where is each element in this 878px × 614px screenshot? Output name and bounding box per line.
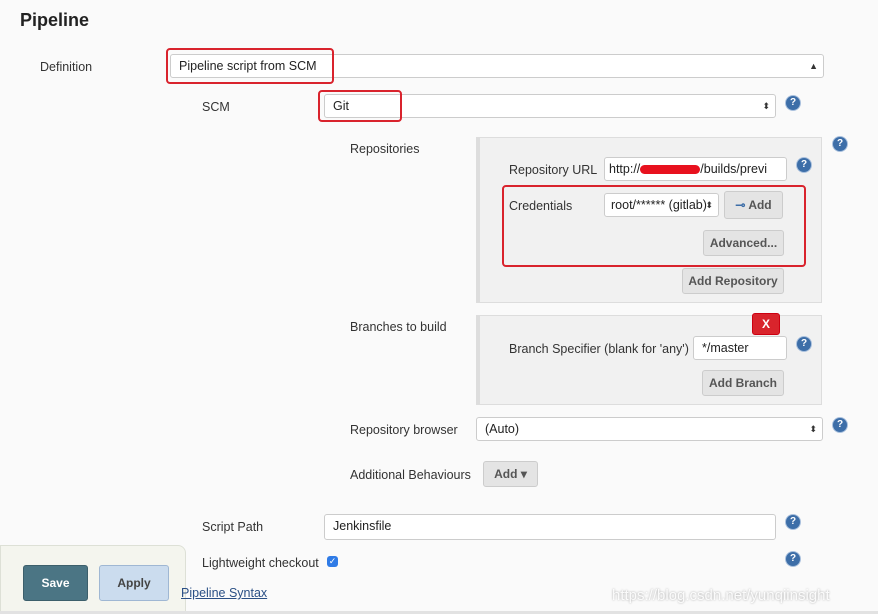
repo-browser-value: (Auto) bbox=[485, 422, 520, 436]
help-icon[interactable]: ? bbox=[833, 137, 847, 151]
add-branch-button[interactable]: Add Branch bbox=[702, 370, 784, 396]
select-arrow-icon: ⬍ bbox=[762, 101, 770, 111]
highlight-box bbox=[502, 185, 806, 267]
lightweight-checkbox[interactable]: ✓ bbox=[327, 556, 338, 567]
help-icon[interactable]: ? bbox=[797, 158, 811, 172]
help-icon[interactable]: ? bbox=[786, 96, 800, 110]
scm-label: SCM bbox=[202, 100, 230, 114]
highlight-box bbox=[318, 90, 402, 122]
url-prefix: http:// bbox=[609, 162, 641, 176]
url-suffix: /builds/previ bbox=[700, 162, 767, 176]
delete-branch-button[interactable]: X bbox=[752, 313, 780, 335]
repository-browser-select[interactable]: (Auto) ⬍ bbox=[476, 417, 823, 441]
caret-down-icon: ▾ bbox=[520, 467, 527, 481]
add-behaviour-button[interactable]: Add ▾ bbox=[483, 461, 538, 487]
help-icon[interactable]: ? bbox=[797, 337, 811, 351]
redaction-mark bbox=[640, 165, 701, 175]
help-icon[interactable]: ? bbox=[786, 515, 800, 529]
add-label: Add bbox=[494, 467, 518, 481]
definition-label: Definition bbox=[40, 60, 93, 74]
save-button[interactable]: Save bbox=[23, 565, 88, 601]
watermark: https://blog.csdn.net/yunqiinsight bbox=[612, 587, 830, 604]
select-arrow-icon: ⬍ bbox=[809, 424, 817, 434]
branch-specifier-input[interactable]: */master bbox=[693, 336, 787, 360]
repository-url-label: Repository URL bbox=[509, 163, 598, 177]
script-path-input[interactable]: Jenkinsfile bbox=[324, 514, 776, 540]
branch-specifier-label: Branch Specifier (blank for 'any') bbox=[509, 342, 689, 356]
help-icon[interactable]: ? bbox=[833, 418, 847, 432]
script-path-label: Script Path bbox=[202, 520, 264, 534]
select-arrow-icon: ▲ bbox=[809, 61, 818, 71]
apply-button[interactable]: Apply bbox=[99, 565, 169, 601]
section-title: Pipeline bbox=[20, 10, 90, 30]
pipeline-syntax-link[interactable]: Pipeline Syntax bbox=[181, 586, 267, 600]
branches-label: Branches to build bbox=[350, 320, 447, 334]
help-icon[interactable]: ? bbox=[786, 552, 800, 566]
additional-behaviours-label: Additional Behaviours bbox=[350, 468, 471, 482]
lightweight-checkout-label: Lightweight checkout bbox=[202, 556, 319, 570]
repository-url-input[interactable]: http:// /builds/previ bbox=[604, 157, 787, 181]
repositories-label: Repositories bbox=[350, 142, 420, 156]
add-repository-button[interactable]: Add Repository bbox=[682, 268, 784, 294]
repository-browser-label: Repository browser bbox=[350, 423, 458, 437]
highlight-box bbox=[166, 48, 334, 84]
